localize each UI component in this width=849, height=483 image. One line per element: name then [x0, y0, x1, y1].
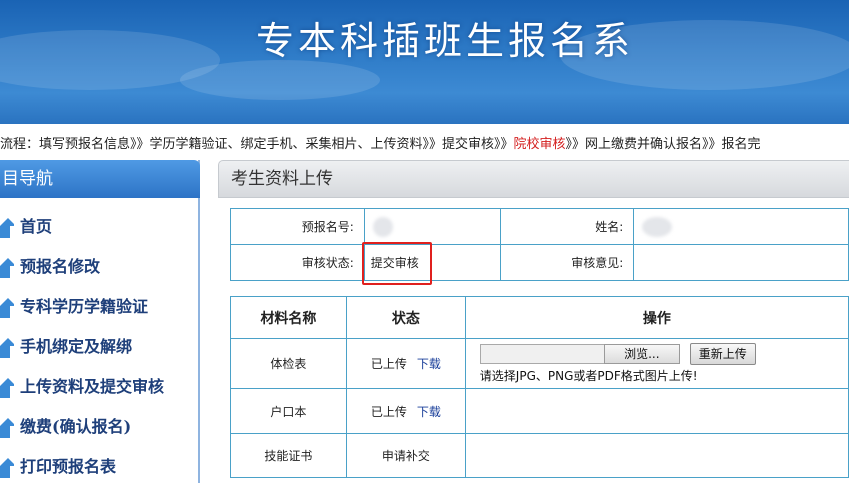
sidebar-item-payment[interactable]: 缴费(确认报名): [0, 412, 196, 442]
file-input[interactable]: 浏览...: [479, 344, 680, 364]
up-arrow-icon: [0, 378, 14, 398]
sidebar-item-label: 打印预报名表: [20, 457, 117, 476]
sidebar-item-home[interactable]: 首页: [0, 212, 196, 242]
status-label: 审核状态:: [230, 244, 365, 281]
opinion-value: [633, 244, 849, 281]
upload-ops: [464, 388, 849, 434]
sidebar-item-label: 首页: [20, 217, 53, 236]
up-arrow-icon: [0, 418, 14, 438]
sidebar-item-label: 专科学历学籍验证: [20, 297, 149, 316]
materials-table: 材料名称 状态 操作 体检表 已上传 下载 浏览... 重新上传 请选择JPG、P…: [230, 296, 849, 478]
up-arrow-icon: [0, 458, 14, 478]
sidebar-item-label: 上传资料及提交审核: [20, 377, 165, 396]
flow-prefix: 流程：: [0, 137, 40, 152]
material-name: 户口本: [230, 388, 347, 434]
sidebar-item-phone-binding[interactable]: 手机绑定及解绑: [0, 332, 196, 362]
page-title: 考生资料上传: [218, 160, 849, 198]
column-header-ops: 操作: [464, 296, 849, 339]
header-banner: 专本科插班生报名系: [0, 0, 849, 124]
sidebar-item-upload-submit[interactable]: 上传资料及提交审核: [0, 372, 196, 402]
upload-ops: 浏览... 重新上传 请选择JPG、PNG或者PDF格式图片上传!: [464, 338, 849, 389]
material-name: 技能证书: [230, 433, 347, 478]
sidebar-item-label: 预报名修改: [20, 257, 101, 276]
browse-button[interactable]: 浏览...: [603, 344, 680, 364]
material-status: 已上传 下载: [345, 388, 466, 434]
sidebar: 目导航 首页 预报名修改 专科学历学籍验证 手机绑定及解绑 上传资料及提交审核 …: [0, 160, 200, 483]
redacted-value: [372, 216, 393, 237]
sidebar-item-label: 缴费(确认报名): [20, 417, 132, 436]
system-title: 专本科插班生报名系: [256, 19, 635, 63]
column-header-status: 状态: [345, 296, 466, 339]
reupload-button[interactable]: 重新上传: [689, 343, 756, 365]
upload-ops: [464, 433, 849, 478]
prereg-no-label: 预报名号:: [230, 208, 365, 245]
sidebar-header: 目导航: [0, 160, 200, 198]
name-label: 姓名:: [499, 208, 635, 245]
material-status: 已上传 下载: [345, 338, 466, 389]
flow-steps-before: 填写预报名信息》》学历学籍验证、绑定手机、采集相片、上传资料》》提交审核》》: [39, 137, 514, 152]
table-row: 技能证书 申请补交: [230, 433, 849, 478]
table-row: 预报名号: 姓名:: [230, 208, 849, 245]
upload-hint: 请选择JPG、PNG或者PDF格式图片上传!: [479, 369, 698, 383]
material-status: 申请补交: [345, 433, 466, 478]
cloud-decoration: [180, 60, 380, 100]
flow-current-step: 院校审核: [513, 137, 566, 152]
redacted-value: [642, 216, 673, 237]
prereg-no-value: [363, 208, 501, 245]
name-value: [633, 208, 849, 245]
status-value: 提交审核: [363, 244, 501, 281]
flow-steps-after: 》》网上缴费并确认报名》》报名完: [565, 137, 761, 152]
sidebar-item-print-form[interactable]: 打印预报名表: [0, 452, 196, 482]
up-arrow-icon: [0, 258, 14, 278]
sidebar-item-prereg-edit[interactable]: 预报名修改: [0, 252, 196, 282]
up-arrow-icon: [0, 298, 14, 318]
table-row: 体检表 已上传 下载 浏览... 重新上传 请选择JPG、PNG或者PDF格式图片…: [230, 338, 849, 389]
up-arrow-icon: [0, 338, 14, 358]
table-row: 审核状态: 提交审核 审核意见:: [230, 244, 849, 281]
table-header-row: 材料名称 状态 操作: [230, 296, 849, 339]
download-link[interactable]: 下载: [417, 357, 441, 371]
applicant-info-table: 预报名号: 姓名: 审核状态: 提交审核 审核意见:: [230, 208, 849, 281]
up-arrow-icon: [0, 218, 14, 238]
sidebar-item-degree-verify[interactable]: 专科学历学籍验证: [0, 292, 196, 322]
process-flow-bar: 流程：填写预报名信息》》学历学籍验证、绑定手机、采集相片、上传资料》》提交审核》…: [0, 124, 849, 162]
column-header-material: 材料名称: [230, 296, 347, 339]
sidebar-item-label: 手机绑定及解绑: [20, 337, 133, 356]
material-name: 体检表: [230, 338, 347, 389]
opinion-label: 审核意见:: [499, 244, 635, 281]
table-row: 户口本 已上传 下载: [230, 388, 849, 434]
download-link[interactable]: 下载: [417, 405, 441, 419]
